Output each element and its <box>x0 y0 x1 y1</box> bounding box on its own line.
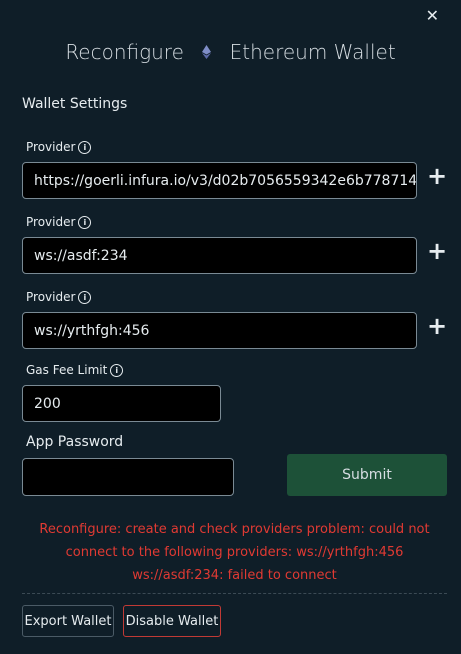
provider-input-2[interactable]: ws://asdf:234 <box>22 237 417 274</box>
gas-fee-input[interactable]: 200 <box>22 385 221 422</box>
divider <box>22 593 447 594</box>
gas-fee-label: Gas Fee Limit i <box>26 363 124 377</box>
app-password-label: App Password <box>26 434 124 450</box>
section-title: Wallet Settings <box>22 96 128 112</box>
ethereum-icon <box>202 40 212 64</box>
info-icon[interactable]: i <box>78 140 92 154</box>
close-icon[interactable]: ✕ <box>426 7 439 25</box>
title-wallet-name: Ethereum Wallet <box>229 40 396 64</box>
provider-label: Provider i <box>26 140 92 154</box>
reconfigure-wallet-modal: ✕ Reconfigure Ethereum Wallet Wallet Set… <box>0 0 461 654</box>
export-wallet-button[interactable]: Export Wallet <box>22 605 114 637</box>
info-icon[interactable]: i <box>78 215 92 229</box>
provider-label: Provider i <box>26 290 92 304</box>
add-provider-icon[interactable]: + <box>427 164 447 188</box>
add-provider-icon[interactable]: + <box>427 239 447 263</box>
modal-title: Reconfigure Ethereum Wallet <box>0 40 461 66</box>
info-icon[interactable]: i <box>78 290 92 304</box>
error-message: Reconfigure: create and check providers … <box>39 522 430 583</box>
submit-button[interactable]: Submit <box>287 454 447 496</box>
provider-label: Provider i <box>26 215 92 229</box>
title-reconfigure: Reconfigure <box>65 40 184 64</box>
app-password-input[interactable] <box>22 458 234 496</box>
disable-wallet-button[interactable]: Disable Wallet <box>123 605 221 637</box>
provider-input-3[interactable]: ws://yrthfgh:456 <box>22 312 417 349</box>
info-icon[interactable]: i <box>110 363 124 377</box>
add-provider-icon[interactable]: + <box>427 314 447 338</box>
provider-input-1[interactable]: https://goerli.infura.io/v3/d02b70565593… <box>22 162 417 199</box>
